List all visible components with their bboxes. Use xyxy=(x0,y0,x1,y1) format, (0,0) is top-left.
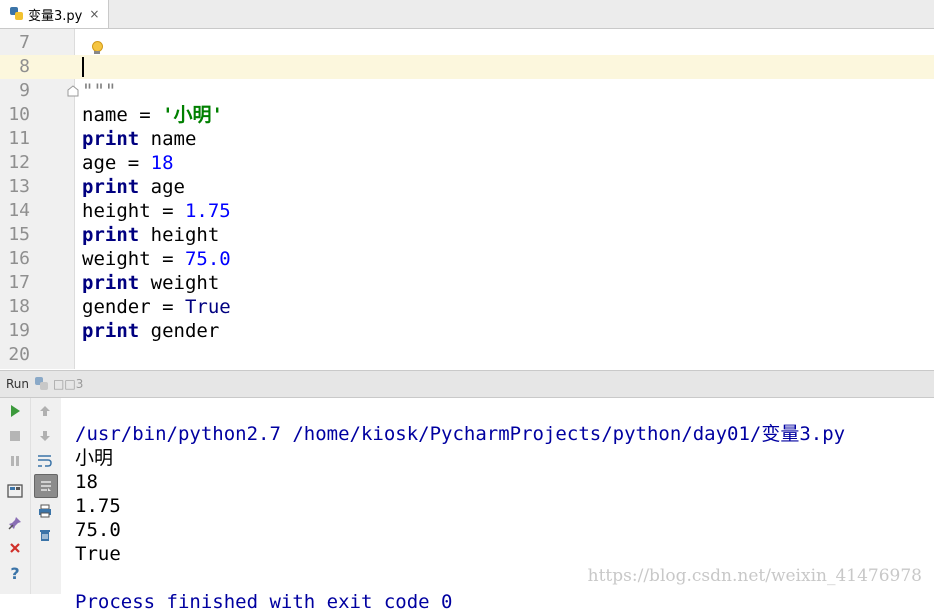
text-caret xyxy=(82,57,84,77)
code-line: 12 age = 18 xyxy=(0,151,934,175)
close-run-icon[interactable] xyxy=(4,537,26,559)
run-panel-title: Run xyxy=(6,377,30,391)
number-literal: 1.75 xyxy=(184,200,231,222)
fold-marker-icon[interactable] xyxy=(67,85,79,97)
console-output-line: 1.75 xyxy=(75,495,121,517)
file-tab-label: 变量3.py xyxy=(28,8,83,24)
line-number: 9 xyxy=(19,80,30,101)
line-number: 8 xyxy=(19,56,30,77)
print-argument: weight xyxy=(139,272,220,294)
print-argument: age xyxy=(139,176,185,198)
pause-icon[interactable] xyxy=(4,450,26,472)
assign-operator: = xyxy=(150,200,185,222)
line-number: 12 xyxy=(8,152,30,173)
line-number: 11 xyxy=(8,128,30,149)
soft-wrap-icon[interactable] xyxy=(34,450,56,472)
print-keyword: print xyxy=(82,176,140,198)
print-argument: height xyxy=(139,224,220,246)
line-number: 16 xyxy=(8,248,30,269)
run-toolbar-primary: ? xyxy=(0,398,31,594)
lightbulb-icon[interactable] xyxy=(90,41,104,55)
print-argument: gender xyxy=(139,320,220,342)
assign-operator: = xyxy=(127,104,163,126)
variable-name: name xyxy=(82,104,128,126)
process-finished-message: Process finished with exit code 0 xyxy=(75,591,453,613)
help-icon[interactable]: ? xyxy=(4,562,26,584)
scroll-down-icon[interactable] xyxy=(34,425,56,447)
code-line: 10 name = '小明' xyxy=(0,103,934,127)
watermark-url: https://blog.csdn.net/weixin_41476978 xyxy=(587,566,922,586)
console-command-line: /usr/bin/python2.7 /home/kiosk/PycharmPr… xyxy=(75,423,846,445)
python-config-icon xyxy=(35,377,49,391)
assign-operator: = xyxy=(150,248,185,270)
console-output-line: True xyxy=(75,543,121,565)
editor-tab-bar: 变量3.py × xyxy=(0,0,934,29)
number-literal: 75.0 xyxy=(184,248,231,270)
line-number: 18 xyxy=(8,296,30,317)
print-keyword: print xyxy=(82,224,140,246)
file-tab[interactable]: 变量3.py × xyxy=(0,0,109,28)
run-toolbar-secondary xyxy=(31,398,61,594)
print-keyword: print xyxy=(82,128,140,150)
variable-name: age xyxy=(82,152,117,174)
rerun-icon[interactable] xyxy=(4,400,26,422)
run-config-name[interactable]: □□3 xyxy=(53,377,83,391)
assign-operator: = xyxy=(150,296,185,318)
run-panel-header: Run □□3 xyxy=(0,370,934,398)
print-keyword: print xyxy=(82,272,140,294)
line-number: 13 xyxy=(8,176,30,197)
line-number: 7 xyxy=(19,32,30,53)
scroll-up-icon[interactable] xyxy=(34,400,56,422)
print-keyword: print xyxy=(82,320,140,342)
run-panel: ? /usr/bin/python2.7 /home/kiosk/Pycharm… xyxy=(0,398,934,613)
code-line: 17 print weight xyxy=(0,271,934,295)
print-icon[interactable] xyxy=(34,500,56,522)
code-line: 20 xyxy=(0,343,934,367)
line-number: 15 xyxy=(8,224,30,245)
console-output-line: 75.0 xyxy=(75,519,121,541)
line-number: 14 xyxy=(8,200,30,221)
boolean-literal: True xyxy=(184,296,231,318)
code-line: 14 height = 1.75 xyxy=(0,199,934,223)
close-tab-icon[interactable]: × xyxy=(89,7,99,21)
scroll-to-end-icon[interactable] xyxy=(34,474,58,498)
code-line: 7 xyxy=(0,31,934,55)
docstring-end: """ xyxy=(82,80,117,102)
code-line: 16 weight = 75.0 xyxy=(0,247,934,271)
line-number: 17 xyxy=(8,272,30,293)
code-line: 9 """ xyxy=(0,79,934,103)
line-number: 19 xyxy=(8,320,30,341)
python-file-icon xyxy=(10,7,24,21)
code-editor[interactable]: 7 8 9 """ 10 name = '小明' 11 print name 1… xyxy=(0,29,934,369)
string-literal: '小明' xyxy=(162,104,223,126)
code-line: 13 print age xyxy=(0,175,934,199)
variable-name: weight xyxy=(82,248,151,270)
code-line: 11 print name xyxy=(0,127,934,151)
code-line: 19 print gender xyxy=(0,319,934,343)
print-argument: name xyxy=(139,128,197,150)
console-output-line: 18 xyxy=(75,471,98,493)
pin-icon[interactable] xyxy=(4,512,26,534)
assign-operator: = xyxy=(116,152,151,174)
number-literal: 18 xyxy=(150,152,174,174)
layout-icon[interactable] xyxy=(4,480,26,502)
code-line: 18 gender = True xyxy=(0,295,934,319)
current-line: 8 xyxy=(0,55,934,79)
stop-icon[interactable] xyxy=(4,425,26,447)
clear-all-icon[interactable] xyxy=(34,524,56,546)
variable-name: gender xyxy=(82,296,151,318)
line-number: 10 xyxy=(8,104,30,125)
code-line: 15 print height xyxy=(0,223,934,247)
variable-name: height xyxy=(82,200,151,222)
line-number: 20 xyxy=(8,344,30,365)
console-output-line: 小明 xyxy=(75,447,114,469)
